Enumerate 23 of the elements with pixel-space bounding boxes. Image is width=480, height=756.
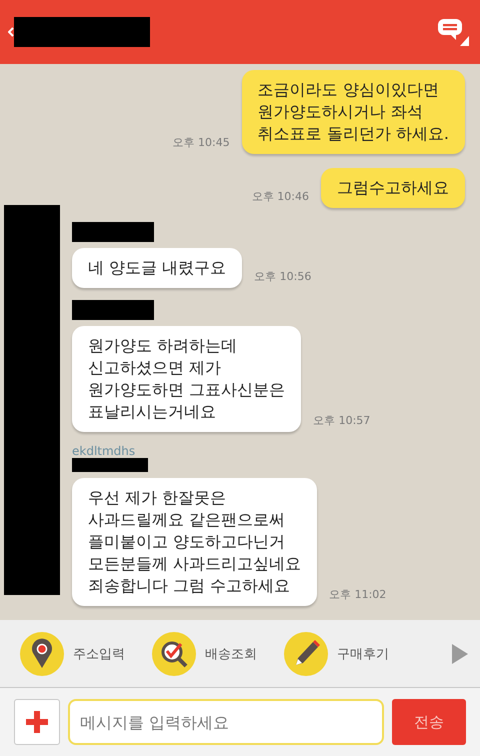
received-message: 네 양도글 내렸구요 xyxy=(72,248,242,288)
message-time: 오후 10:57 xyxy=(313,413,370,428)
message-time: 오후 11:02 xyxy=(329,587,386,602)
shortcut-button[interactable]: 배송조회 xyxy=(152,632,284,676)
magnifier-check-icon xyxy=(152,632,196,676)
add-button[interactable] xyxy=(14,699,60,745)
message-time: 오후 10:45 xyxy=(172,135,230,150)
received-message: 원가양도 하려하는데 신고하셨으면 제가 원가양도하면 그표사신분은 표날리시는거네요 xyxy=(72,326,302,432)
received-message: 우선 제가 한잘못은 사과드릴께요 같은팬으로써 플미붙이고 양도하고다닌거 모든분들께 사과드리고싶네요 죄송합니다 그럼 수고하세요 xyxy=(72,478,318,606)
map-pin-icon xyxy=(20,632,64,676)
shortcut-button[interactable]: 주소입력 xyxy=(20,632,152,676)
message-time: 오후 10:56 xyxy=(254,269,312,284)
shortcut-button[interactable]: 구매후기 xyxy=(284,632,416,676)
message-time: 오후 10:46 xyxy=(252,189,309,204)
sender-name: ekdltmdhs xyxy=(72,444,136,458)
sent-message: 그럼수고하세요 xyxy=(321,168,465,208)
message-input[interactable]: 메시지를 입력하세요 xyxy=(68,699,384,745)
chat-bubble-icon[interactable] xyxy=(436,17,470,47)
back-chevron-icon[interactable] xyxy=(8,27,14,37)
sent-message: 조금이라도 양심이있다면 원가양도하시거나 좌석 취소표로 돌리던가 하세요. xyxy=(242,70,465,154)
plus-icon xyxy=(26,711,48,733)
play-arrow-icon[interactable] xyxy=(450,642,470,664)
pencil-icon xyxy=(284,632,328,676)
